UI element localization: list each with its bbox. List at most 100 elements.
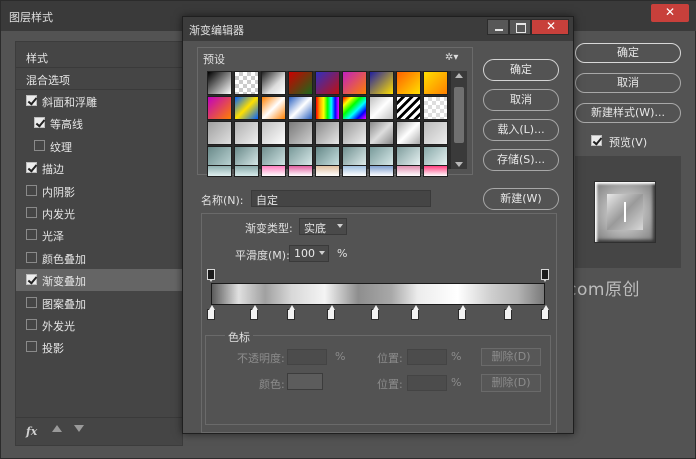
save-button[interactable]: 存储(S)... [483, 149, 559, 171]
style-item-checkbox[interactable] [26, 296, 37, 308]
gradient-editor-titlebar[interactable]: 渐变编辑器 ✕ [183, 17, 573, 41]
gradient-editor-close-button[interactable]: ✕ [531, 19, 569, 35]
preset-swatch[interactable] [423, 121, 448, 145]
style-item-checkbox[interactable] [26, 274, 37, 286]
gradient-type-select[interactable]: 实底 [299, 218, 347, 235]
preset-swatch[interactable] [288, 71, 313, 95]
style-item-checkbox[interactable] [26, 95, 37, 106]
layer-style-ok-button[interactable]: 确定 [575, 43, 681, 63]
presets-scrollbar[interactable] [451, 71, 467, 169]
new-gradient-button[interactable]: 新建(W) [483, 188, 559, 210]
color-stop[interactable] [250, 305, 259, 320]
color-stop[interactable] [504, 305, 513, 320]
preset-swatch[interactable] [207, 165, 232, 177]
style-item[interactable]: 内发光 [16, 202, 184, 224]
preset-swatch[interactable] [261, 165, 286, 177]
preset-swatch[interactable] [234, 96, 259, 120]
preset-swatch[interactable] [288, 165, 313, 177]
delete-opacity-stop-button[interactable]: 删除(D) [481, 348, 541, 366]
preset-swatch[interactable] [261, 71, 286, 95]
color-stop[interactable] [287, 305, 296, 320]
preset-swatch[interactable] [261, 96, 286, 120]
style-item[interactable]: 光泽 [16, 224, 184, 246]
scroll-thumb[interactable] [454, 87, 464, 143]
preset-swatch[interactable] [396, 121, 421, 145]
style-item[interactable]: 图案叠加 [16, 292, 184, 314]
new-style-button[interactable]: 新建样式(W)... [575, 103, 681, 123]
preset-swatch[interactable] [342, 71, 367, 95]
style-item-checkbox[interactable] [26, 184, 37, 196]
gradient-preview-bar[interactable] [211, 283, 545, 305]
preset-swatch[interactable] [342, 165, 367, 177]
styles-header[interactable]: 样式 [16, 46, 184, 68]
layer-style-cancel-button[interactable]: 取消 [575, 73, 681, 93]
color-stop[interactable] [370, 305, 379, 320]
preset-swatch[interactable] [207, 96, 232, 120]
preset-swatch[interactable] [261, 121, 286, 145]
load-button[interactable]: 载入(L)... [483, 119, 559, 141]
style-item[interactable]: 内阴影 [16, 180, 184, 202]
scroll-up-icon[interactable] [455, 73, 463, 78]
style-item[interactable]: 描边 [16, 157, 184, 179]
style-item-checkbox[interactable] [34, 139, 45, 151]
preset-swatch[interactable] [369, 71, 394, 95]
preset-swatch[interactable] [315, 71, 340, 95]
preset-swatch[interactable] [369, 121, 394, 145]
color-stop[interactable] [410, 305, 419, 320]
opacity-field[interactable] [287, 349, 327, 365]
gear-icon[interactable]: ✲▾ [445, 52, 459, 63]
preset-swatch[interactable] [288, 121, 313, 145]
preset-swatch[interactable] [234, 71, 259, 95]
preset-swatch[interactable] [369, 96, 394, 120]
opacity-stop[interactable] [207, 269, 215, 282]
color-location-field[interactable] [407, 375, 447, 391]
maximize-icon[interactable] [509, 19, 531, 35]
layer-style-close-button[interactable]: ✕ [651, 4, 689, 22]
style-item-checkbox[interactable] [26, 251, 37, 263]
style-item-checkbox[interactable] [26, 319, 37, 330]
style-item-checkbox[interactable] [26, 341, 37, 353]
color-stop[interactable] [541, 305, 549, 320]
color-stop[interactable] [457, 305, 466, 320]
color-stop[interactable] [207, 305, 215, 320]
style-item-checkbox[interactable] [34, 117, 45, 129]
style-item-checkbox[interactable] [26, 229, 37, 241]
opacity-location-field[interactable] [407, 349, 447, 365]
preset-swatch[interactable] [288, 96, 313, 120]
preset-swatch[interactable] [207, 121, 232, 145]
move-down-icon[interactable] [74, 425, 84, 432]
preset-swatch[interactable] [423, 71, 448, 95]
smoothness-select[interactable]: 100 [289, 245, 329, 262]
preview-checkbox[interactable] [591, 135, 602, 146]
blend-options-item[interactable]: 混合选项 [16, 68, 184, 90]
preset-swatch[interactable] [234, 121, 259, 145]
style-item[interactable]: 外发光 [16, 314, 184, 336]
preset-swatch[interactable] [423, 96, 448, 120]
fx-button[interactable]: fx [26, 425, 37, 438]
preset-swatch[interactable] [369, 165, 394, 177]
style-item[interactable]: 等高线 [16, 112, 184, 134]
preset-swatch[interactable] [396, 71, 421, 95]
gradient-ok-button[interactable]: 确定 [483, 59, 559, 81]
move-up-icon[interactable] [52, 425, 62, 432]
style-item[interactable]: 投影 [16, 336, 184, 358]
preset-swatch[interactable] [342, 96, 367, 120]
gradient-cancel-button[interactable]: 取消 [483, 89, 559, 111]
preset-swatch[interactable] [315, 96, 340, 120]
style-item[interactable]: 纹理 [16, 135, 184, 157]
preset-swatch[interactable] [315, 121, 340, 145]
preset-swatch[interactable] [315, 165, 340, 177]
stop-color-swatch[interactable] [287, 373, 323, 390]
delete-color-stop-button[interactable]: 删除(D) [481, 374, 541, 392]
style-item[interactable]: 斜面和浮雕 [16, 90, 184, 112]
color-stop[interactable] [327, 305, 336, 320]
preset-swatch[interactable] [234, 165, 259, 177]
opacity-stop[interactable] [541, 269, 549, 282]
style-item-checkbox[interactable] [26, 162, 37, 174]
minimize-icon[interactable] [487, 19, 509, 35]
name-input[interactable]: 自定 [251, 190, 431, 207]
preset-swatch[interactable] [342, 121, 367, 145]
style-item[interactable]: 渐变叠加 [16, 269, 184, 292]
preset-swatch[interactable] [423, 165, 448, 177]
style-item[interactable]: 颜色叠加 [16, 247, 184, 269]
